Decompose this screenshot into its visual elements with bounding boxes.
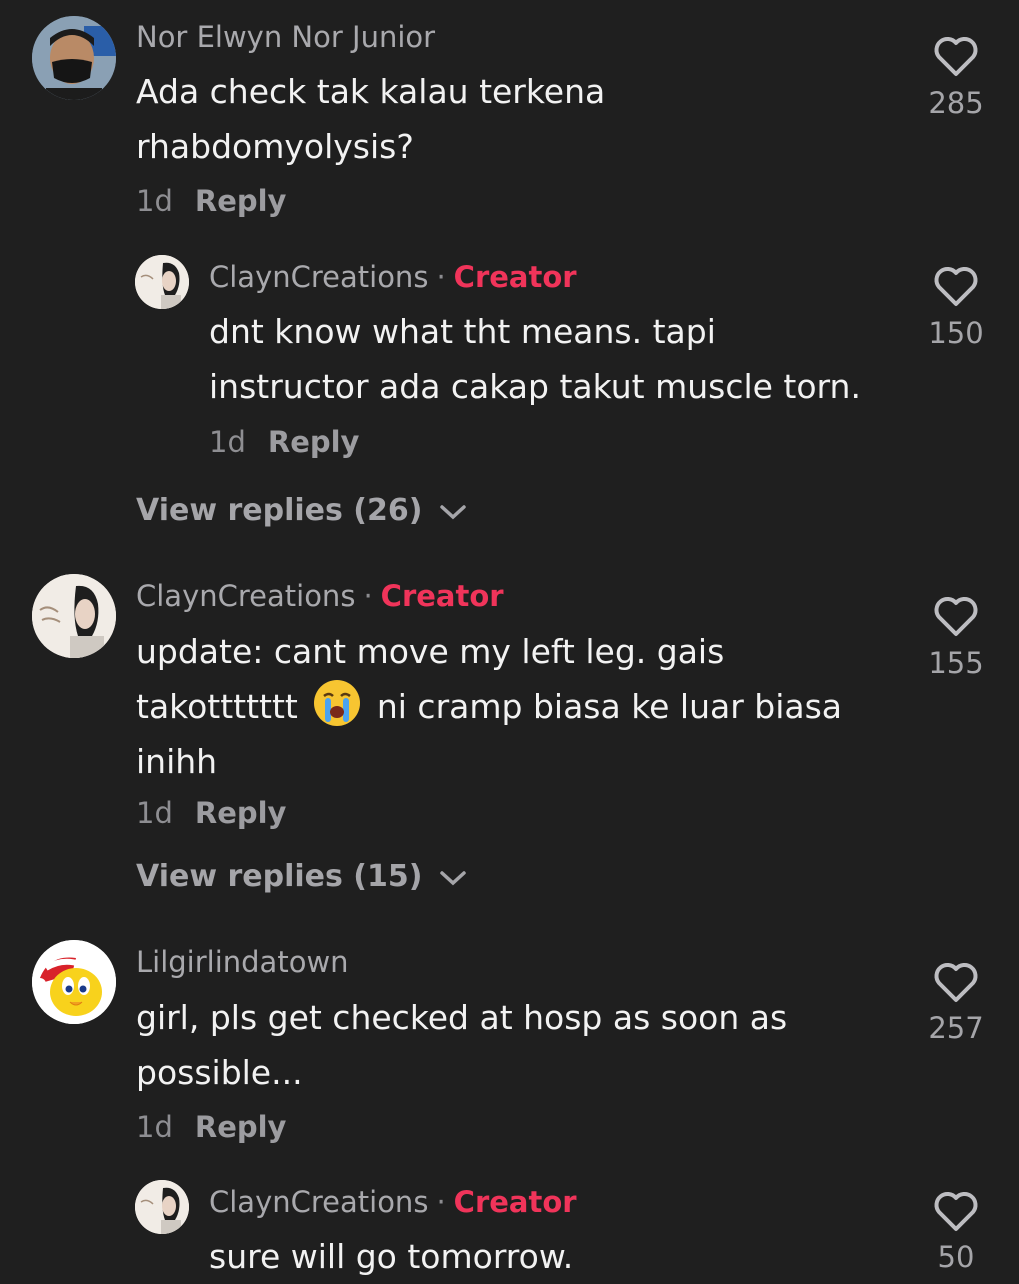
like-count: 50 — [937, 1240, 975, 1274]
comment-username[interactable]: ClaynCreations — [209, 260, 428, 294]
heart-icon[interactable] — [933, 1191, 979, 1233]
comment-username[interactable]: Lilgirlindatown — [136, 945, 349, 979]
clayn-creations-avatar[interactable] — [32, 574, 116, 658]
comment-time: 1d — [209, 425, 246, 459]
comment-meta: 1d Reply — [136, 796, 286, 830]
creator-badge: Creator — [380, 579, 504, 613]
comment-username[interactable]: ClaynCreations — [136, 579, 355, 613]
heart-icon[interactable] — [933, 266, 979, 308]
comment-text: sure will go tomorrow. — [209, 1229, 573, 1284]
comment-meta: 1d Reply — [209, 425, 359, 459]
comment-text-line: inihh — [136, 742, 218, 781]
like-count: 257 — [928, 1011, 984, 1045]
heart-icon[interactable] — [933, 962, 979, 1004]
comment-text-line: sure will go tomorrow. — [209, 1237, 574, 1276]
view-replies-button[interactable]: View replies (26) — [136, 493, 467, 528]
comment-meta: 1d Reply — [136, 184, 286, 218]
clayn-creations-avatar[interactable] — [135, 1180, 189, 1234]
comment-text-line: girl, pls get checked at hosp as soon as — [136, 998, 788, 1037]
comment-text-line: instructor ada cakap takut muscle torn. — [209, 367, 861, 406]
comment-username[interactable]: Nor Elwyn Nor Junior — [136, 20, 435, 54]
creator-badge: Creator — [453, 1185, 577, 1219]
separator-dot: · — [436, 260, 446, 294]
like-count: 150 — [928, 316, 984, 350]
comment-username-row: ClaynCreations · Creator — [136, 579, 504, 613]
reply-button[interactable]: Reply — [195, 1110, 287, 1144]
comment-text-fragment: ni cramp biasa ke luar biasa — [376, 687, 843, 726]
clayn-creations-avatar[interactable] — [135, 255, 189, 309]
reply-button[interactable]: Reply — [195, 796, 287, 830]
separator-dot: · — [363, 579, 373, 613]
view-replies-label: View replies (26) — [136, 493, 423, 528]
separator-dot: · — [436, 1185, 446, 1219]
comment-text: Ada check tak kalau terkena rhabdomyolys… — [136, 64, 605, 174]
comment-time: 1d — [136, 1110, 173, 1144]
comment-username[interactable]: ClaynCreations — [209, 1185, 428, 1219]
reply-button[interactable]: Reply — [195, 184, 287, 218]
comment-text-line: dnt know what tht means. tapi — [209, 312, 716, 351]
like-count: 155 — [928, 646, 984, 680]
heart-icon[interactable] — [933, 596, 979, 638]
comment-text-line: possible... — [136, 1053, 303, 1092]
comment-text: dnt know what tht means. tapi instructor… — [209, 304, 861, 414]
chevron-down-icon — [440, 504, 466, 519]
comment-time: 1d — [136, 184, 173, 218]
reply-button[interactable]: Reply — [268, 425, 360, 459]
chevron-down-icon — [440, 870, 466, 885]
comment-text-fragment: takottttttt — [136, 687, 298, 726]
comment-time: 1d — [136, 796, 173, 830]
heart-icon[interactable] — [933, 36, 979, 78]
comment-text: update: cant move my left leg. gais tako… — [136, 624, 842, 789]
creator-badge: Creator — [453, 260, 577, 294]
comment-text-line: update: cant move my left leg. gais — [136, 632, 725, 671]
tweety-bird-avatar[interactable] — [32, 940, 116, 1024]
comment-text: girl, pls get checked at hosp as soon as… — [136, 990, 787, 1100]
masked-person-avatar[interactable] — [32, 16, 116, 100]
comment-text-line: rhabdomyolysis? — [136, 127, 414, 166]
view-replies-button[interactable]: View replies (15) — [136, 859, 467, 894]
comment-text-line: Ada check tak kalau terkena — [136, 72, 606, 111]
comment-username-row: ClaynCreations · Creator — [209, 1185, 577, 1219]
like-count: 285 — [928, 86, 984, 120]
crying-face-icon — [314, 680, 361, 726]
comment-username-row: ClaynCreations · Creator — [209, 260, 577, 294]
comment-text-line: takottttttt ni cramp biasa ke luar biasa — [136, 679, 842, 734]
view-replies-label: View replies (15) — [136, 859, 423, 894]
comment-meta: 1d Reply — [136, 1110, 286, 1144]
